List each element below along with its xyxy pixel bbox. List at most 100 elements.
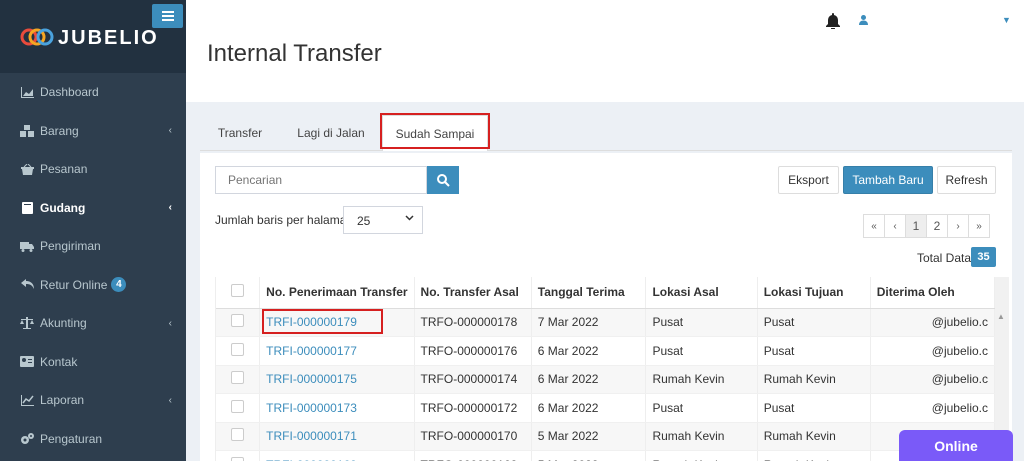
reply-icon: [20, 279, 34, 291]
sidebar-item-barang[interactable]: Barang ‹: [0, 112, 186, 151]
row-select-cell: [216, 450, 261, 461]
table-cell: Rumah Kevin: [757, 422, 871, 451]
table-cell: Rumah Kevin: [757, 450, 871, 461]
table-row[interactable]: TRFI-000000171 TRFO-000000170 5 Mar 2022…: [216, 422, 995, 451]
row-checkbox[interactable]: [231, 456, 245, 461]
sidebar-item-pengaturan[interactable]: Pengaturan: [0, 420, 186, 459]
rows-per-page-label: Jumlah baris per halaman: [215, 213, 354, 227]
user-icon[interactable]: [859, 15, 868, 25]
first-page-button[interactable]: «: [863, 214, 885, 238]
sidebar-item-laporan[interactable]: Laporan ‹: [0, 381, 186, 420]
table-cell: Rumah Kevin: [645, 450, 758, 461]
receipt-number-link[interactable]: TRFI-000000169: [259, 450, 415, 461]
table-cell: @jubelio.c: [870, 365, 995, 394]
transfer-table: No. Penerimaan Transfer No. Transfer Asa…: [215, 277, 995, 461]
sidebar-item-retur-online[interactable]: Retur Online 4: [0, 266, 186, 305]
table-cell: TRFO-000000178: [414, 308, 532, 337]
last-page-button[interactable]: »: [968, 214, 990, 238]
menu-toggle-icon[interactable]: [152, 4, 183, 28]
jubelio-logo-icon: [20, 28, 54, 46]
sidebar-menu: Dashboard Barang ‹ Pesanan Gudang ‹ Peng…: [0, 73, 186, 458]
export-button[interactable]: Eksport: [778, 166, 839, 194]
tab-transfer[interactable]: Transfer: [208, 115, 272, 151]
refresh-button[interactable]: Refresh: [937, 166, 996, 194]
column-header[interactable]: No. Transfer Asal: [414, 277, 532, 309]
column-header[interactable]: No. Penerimaan Transfer: [259, 277, 415, 309]
table-row[interactable]: TRFI-000000175 TRFO-000000174 6 Mar 2022…: [216, 365, 995, 394]
rows-per-page-value: 25: [357, 214, 371, 228]
row-checkbox[interactable]: [231, 399, 245, 413]
table-cell: TRFO-000000168: [414, 450, 532, 461]
receipt-number-link[interactable]: TRFI-000000171: [259, 422, 415, 451]
page-2-button[interactable]: 2: [926, 214, 948, 238]
table-row[interactable]: TRFI-000000177 TRFO-000000176 6 Mar 2022…: [216, 336, 995, 366]
table-cell: TRFO-000000174: [414, 365, 532, 394]
table-row[interactable]: TRFI-000000173 TRFO-000000172 6 Mar 2022…: [216, 393, 995, 423]
scroll-up-icon[interactable]: ▲: [997, 312, 1005, 321]
sidebar-item-gudang[interactable]: Gudang ‹: [0, 189, 186, 228]
sidebar-item-label: Pengaturan: [40, 431, 103, 446]
row-select-cell: [216, 336, 261, 366]
search-button[interactable]: [427, 166, 459, 194]
book-icon: [20, 201, 34, 214]
highlight-box-row: [262, 309, 383, 334]
column-header[interactable]: Lokasi Asal: [645, 277, 758, 309]
chevron-down-icon: [405, 215, 414, 221]
select-all-checkbox[interactable]: [231, 284, 245, 298]
contact-card-icon: [20, 356, 34, 368]
next-page-button[interactable]: ›: [947, 214, 969, 238]
sidebar-item-label: Barang: [40, 123, 79, 138]
sidebar-item-label: Akunting: [40, 316, 87, 331]
column-header[interactable]: Lokasi Tujuan: [757, 277, 871, 309]
sidebar-item-kontak[interactable]: Kontak: [0, 343, 186, 382]
sidebar-item-akunting[interactable]: Akunting ‹: [0, 304, 186, 343]
column-header[interactable]: Tanggal Terima: [531, 277, 647, 309]
scale-icon: [20, 317, 34, 330]
online-chat-button[interactable]: Online: [899, 430, 1013, 461]
row-select-cell: [216, 422, 261, 451]
table-cell: Rumah Kevin: [645, 422, 758, 451]
page-title: Internal Transfer: [207, 40, 382, 67]
receipt-number-link[interactable]: TRFI-000000177: [259, 336, 415, 366]
sidebar-item-pengiriman[interactable]: Pengiriman: [0, 227, 186, 266]
tab-bar: Transfer Lagi di Jalan Sudah Sampai: [200, 115, 1012, 151]
sidebar-item-label: Dashboard: [40, 85, 99, 100]
table-cell: Pusat: [757, 393, 871, 423]
add-new-button[interactable]: Tambah Baru: [843, 166, 933, 194]
bell-icon[interactable]: [826, 13, 840, 29]
tab-label: Lagi di Jalan: [297, 126, 365, 140]
row-checkbox[interactable]: [231, 314, 245, 328]
column-header[interactable]: Diterima Oleh: [870, 277, 995, 309]
area-chart-icon: [20, 86, 34, 98]
page-1-button[interactable]: 1: [905, 214, 927, 238]
search-input[interactable]: [215, 166, 427, 194]
truck-icon: [20, 240, 34, 252]
search-icon: [436, 173, 450, 187]
sidebar-item-pesanan[interactable]: Pesanan: [0, 150, 186, 189]
table-cell: @jubelio.c: [870, 308, 995, 337]
sidebar-item-label: Pesanan: [40, 162, 88, 177]
receipt-number-link[interactable]: TRFI-000000173: [259, 393, 415, 423]
sidebar-item-label: Pengiriman: [40, 239, 101, 254]
total-data-badge: 35: [971, 247, 996, 267]
table-cell: 6 Mar 2022: [531, 365, 647, 394]
pagination: « ‹ 1 2 › »: [863, 214, 990, 238]
receipt-number-link[interactable]: TRFI-000000175: [259, 365, 415, 394]
table-cell: @jubelio.c: [870, 336, 995, 366]
row-checkbox[interactable]: [231, 371, 245, 385]
content-panel: Eksport Tambah Baru Refresh Jumlah baris…: [200, 153, 1012, 461]
table-row[interactable]: TRFI-000000169 TRFO-000000168 5 Mar 2022…: [216, 450, 995, 461]
chevron-left-icon: ‹: [168, 394, 172, 406]
sidebar-item-dashboard[interactable]: Dashboard: [0, 73, 186, 112]
basket-icon: [20, 163, 34, 175]
table-cell: Pusat: [757, 336, 871, 366]
user-menu-caret-icon[interactable]: ▼: [1002, 15, 1011, 25]
sidebar-item-label: Kontak: [40, 354, 78, 369]
row-checkbox[interactable]: [231, 342, 245, 356]
table-cell: @jubelio.c: [870, 393, 995, 423]
row-checkbox[interactable]: [231, 428, 245, 442]
rows-per-page-select[interactable]: 25: [343, 206, 423, 234]
table-cell: Pusat: [757, 308, 871, 337]
tab-lagi-di-jalan[interactable]: Lagi di Jalan: [288, 115, 374, 151]
prev-page-button[interactable]: ‹: [884, 214, 906, 238]
